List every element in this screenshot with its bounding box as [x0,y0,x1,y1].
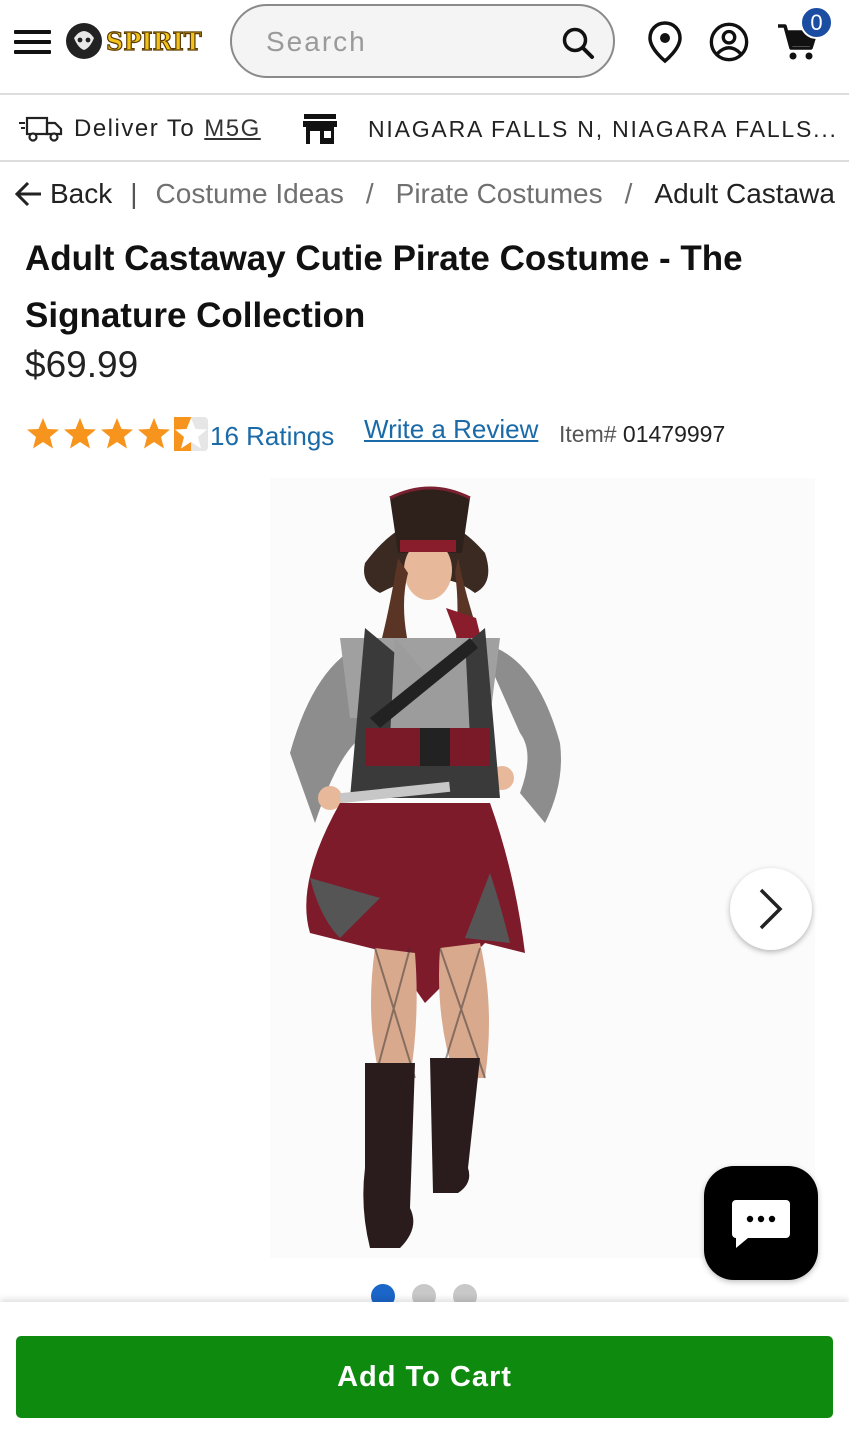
store-name: NIAGARA FALLS N, NIAGARA FALLS... [368,115,838,142]
ratings-count-link[interactable]: 16 Ratings [210,421,334,452]
product-price: $69.99 [25,344,139,385]
breadcrumb-costume-ideas[interactable]: Costume Ideas [156,178,344,210]
postal-code-link[interactable]: M5G [204,115,261,143]
spirit-logo[interactable]: SPIRIT [64,16,214,66]
chevron-right-icon [759,888,783,930]
breadcrumb: Back | Costume Ideas / Pirate Costumes /… [14,172,849,216]
star-full-icon [64,418,96,449]
star-full-icon [27,418,59,449]
item-number-value: 01479997 [622,421,726,447]
bottom-action-bar: Add To Cart [0,1302,849,1440]
next-image-button[interactable] [730,868,812,950]
breadcrumb-current: Adult Castawa [654,178,835,209]
account-icon[interactable] [708,20,750,64]
breadcrumb-separator: / [624,178,633,209]
star-half-icon [174,417,208,451]
svg-text:SPIRIT: SPIRIT [106,27,202,56]
search-icon[interactable] [561,26,595,60]
cart-count-badge[interactable]: 0 [800,6,833,39]
back-button[interactable]: Back [14,178,112,210]
product-title-line-2: Signature Collection [25,296,366,335]
site-header: SPIRIT 0 [0,0,849,95]
store-locator-icon[interactable] [644,20,686,64]
menu-icon[interactable] [14,28,52,56]
product-image-gallery[interactable] [0,478,849,1308]
search-box[interactable] [230,4,615,78]
delivery-bar: Deliver To M5G NIAGARA FALLS N, NIAGARA … [0,96,849,162]
delivery-truck-icon [19,116,63,142]
star-full-icon [138,418,170,449]
deliver-to[interactable]: Deliver To M5G [18,112,261,146]
deliver-to-label: Deliver To [74,115,196,142]
store-icon [303,114,337,144]
star-full-icon [101,418,133,449]
back-label: Back [50,178,113,209]
item-number: Item# 01479997 [559,421,725,448]
rating-row: 16 Ratings Write a Review Item# 01479997 [25,412,825,456]
product-title: Adult Castaway Cutie Pirate Costume - Th… [25,230,825,344]
breadcrumb-divider: | [130,178,138,209]
product-title-line-1: Adult Castaway Cutie Pirate Costume - Th… [25,239,743,278]
arrow-left-icon [14,181,41,207]
breadcrumb-separator: / [365,178,374,209]
store-selector[interactable]: NIAGARA FALLS N, NIAGARA FALLS... [302,112,838,146]
write-review-link[interactable]: Write a Review [364,414,538,445]
chat-button[interactable] [704,1166,818,1280]
breadcrumb-pirate-costumes[interactable]: Pirate Costumes [396,178,603,210]
search-input[interactable] [266,20,546,64]
add-to-cart-button[interactable]: Add To Cart [16,1336,833,1418]
star-rating[interactable] [25,416,210,452]
item-number-label: Item# [559,421,617,447]
chat-bubble-icon [732,1200,790,1248]
